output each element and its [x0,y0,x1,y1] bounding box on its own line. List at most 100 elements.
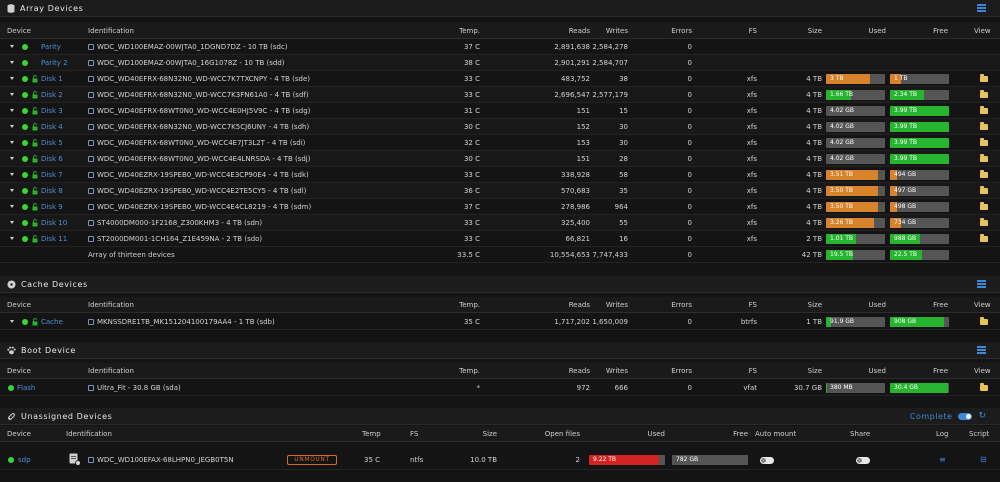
device-temp: 36 C [463,187,480,195]
folder-icon[interactable] [980,202,988,210]
folder-icon[interactable] [980,106,988,114]
refresh-icon[interactable]: ↻ [978,411,986,421]
device-name[interactable]: Disk 9 [41,199,63,215]
device-name[interactable]: Disk 4 [41,119,63,135]
device-row: Disk 1 WDC_WD40EFRX-68N32N0_WD-WCC7K7TXCN… [0,71,1000,87]
online-status-icon [22,124,28,130]
device-fs: xfs [746,123,757,131]
chevron-down-icon[interactable] [10,109,14,112]
chevron-down-icon[interactable] [10,237,14,240]
chevron-down-icon[interactable] [10,157,14,160]
online-status-icon [22,172,28,178]
device-name[interactable]: Disk 5 [41,135,63,151]
device-name[interactable]: Disk 7 [41,167,63,183]
chevron-down-icon[interactable] [10,93,14,96]
share-toggle[interactable] [856,457,870,464]
chevron-down-icon[interactable] [10,221,14,224]
list-view-icon[interactable] [977,3,986,12]
unlock-icon [32,139,38,147]
device-writes: 1,650,009 [592,318,628,326]
identification-cell: WDC_WD40EFRX-68N32N0_WD-WCC7K7TXCNPY - 4… [88,71,310,87]
chevron-down-icon[interactable] [10,61,14,64]
device-name[interactable]: Disk 3 [41,103,63,119]
device-name[interactable]: Disk 6 [41,151,63,167]
device-name[interactable]: Disk 1 [41,71,63,87]
identification-cell: WDC_WD40EZRX-19SPEB0_WD-WCC4E3CP90E4 - 4… [88,167,309,183]
unassigned-device-name[interactable]: sdp [18,452,31,468]
chevron-down-icon[interactable] [10,141,14,144]
chevron-down-icon[interactable] [10,173,14,176]
col-errors: Errors [671,27,692,35]
folder-icon[interactable] [980,90,988,98]
device-name[interactable]: Disk 11 [41,231,67,247]
used-bar: 4.02 GB [826,106,885,116]
chevron-down-icon[interactable] [10,45,14,48]
folder-icon[interactable] [980,218,988,226]
device-name[interactable]: Disk 2 [41,87,63,103]
unmount-button[interactable]: UNMOUNT [287,455,337,465]
unlock-icon [32,235,38,243]
col-identification: Identification [66,430,112,438]
col-auto-mount: Auto mount [755,430,797,438]
device-errors: 0 [687,139,692,147]
unassigned-row-sdp: sdp WDC_WD100EFAX-68LHPN0_JEGB0T5N UNMOU… [0,450,1000,470]
folder-icon[interactable] [980,122,988,130]
chevron-down-icon[interactable] [10,205,14,208]
folder-icon[interactable] [980,383,988,391]
script-icon[interactable]: ⊟ [980,452,987,468]
folder-icon[interactable] [980,317,988,325]
unlock-icon [32,91,38,99]
device-name[interactable]: Disk 10 [41,215,67,231]
chevron-down-icon[interactable] [10,189,14,192]
device-size: 4 TB [806,107,822,115]
hard-drive-icon [88,140,94,146]
device-name[interactable]: Flash [17,380,35,396]
device-temp: 32 C [463,139,480,147]
used-bar-label: 4.02 GB [830,107,855,114]
folder-icon[interactable] [980,234,988,242]
device-writes: 666 [614,384,628,392]
folder-icon[interactable] [980,186,988,194]
device-fs: btrfs [740,318,757,326]
identification-cell: ST2000DM001-1CH164_Z1E459NA - 2 TB (sdo) [88,231,262,247]
device-fs: xfs [746,75,757,83]
device-fs [735,55,757,71]
chevron-down-icon[interactable] [10,125,14,128]
folder-icon[interactable] [980,74,988,82]
device-name[interactable]: Cache [41,314,63,330]
free-bar-label: 3.99 TB [894,107,918,114]
unassigned-fs: ntfs [410,456,424,464]
chevron-down-icon[interactable] [10,320,14,323]
free-bar: 30.4 GB [890,383,949,393]
hard-drive-icon [88,236,94,242]
complete-toggle[interactable] [958,412,973,420]
device-name[interactable]: Parity [41,39,61,55]
summary-free-bar-label: 22.5 TB [894,251,918,258]
device-identification: WDC_WD100EMAZ-00WJTA0_1DGND7DZ - 10 TB (… [97,43,288,51]
list-view-icon[interactable] [977,345,986,354]
device-errors: 0 [687,187,692,195]
folder-icon[interactable] [980,170,988,178]
summary-used-bar-label: 19.5 TB [830,251,854,258]
chevron-down-icon[interactable] [10,77,14,80]
device-errors: 0 [687,75,692,83]
device-fs: vfat [743,384,757,392]
device-writes: 964 [614,203,628,211]
folder-icon[interactable] [980,154,988,162]
online-status-icon [22,236,28,242]
col-fs: FS [748,301,757,309]
free-bar-label: 908 GB [894,318,917,325]
auto-mount-toggle[interactable] [760,457,774,464]
disk-settings-icon[interactable] [69,453,81,466]
identification-cell: WDC_WD40EZRX-19SPEB0_WD-WCC4E4CL8219 - 4… [88,199,311,215]
free-bar-label: 2.34 TB [894,91,918,98]
list-view-icon[interactable] [977,279,986,288]
log-icon[interactable]: ≡ [939,452,946,468]
device-temp: 30 C [463,155,480,163]
summary-temp: 33.5 C [457,251,480,259]
folder-icon[interactable] [980,138,988,146]
device-name[interactable]: Disk 8 [41,183,63,199]
device-name[interactable]: Parity 2 [41,55,68,71]
col-device: Device [7,301,31,309]
free-bar-label: 734 GB [894,219,917,226]
